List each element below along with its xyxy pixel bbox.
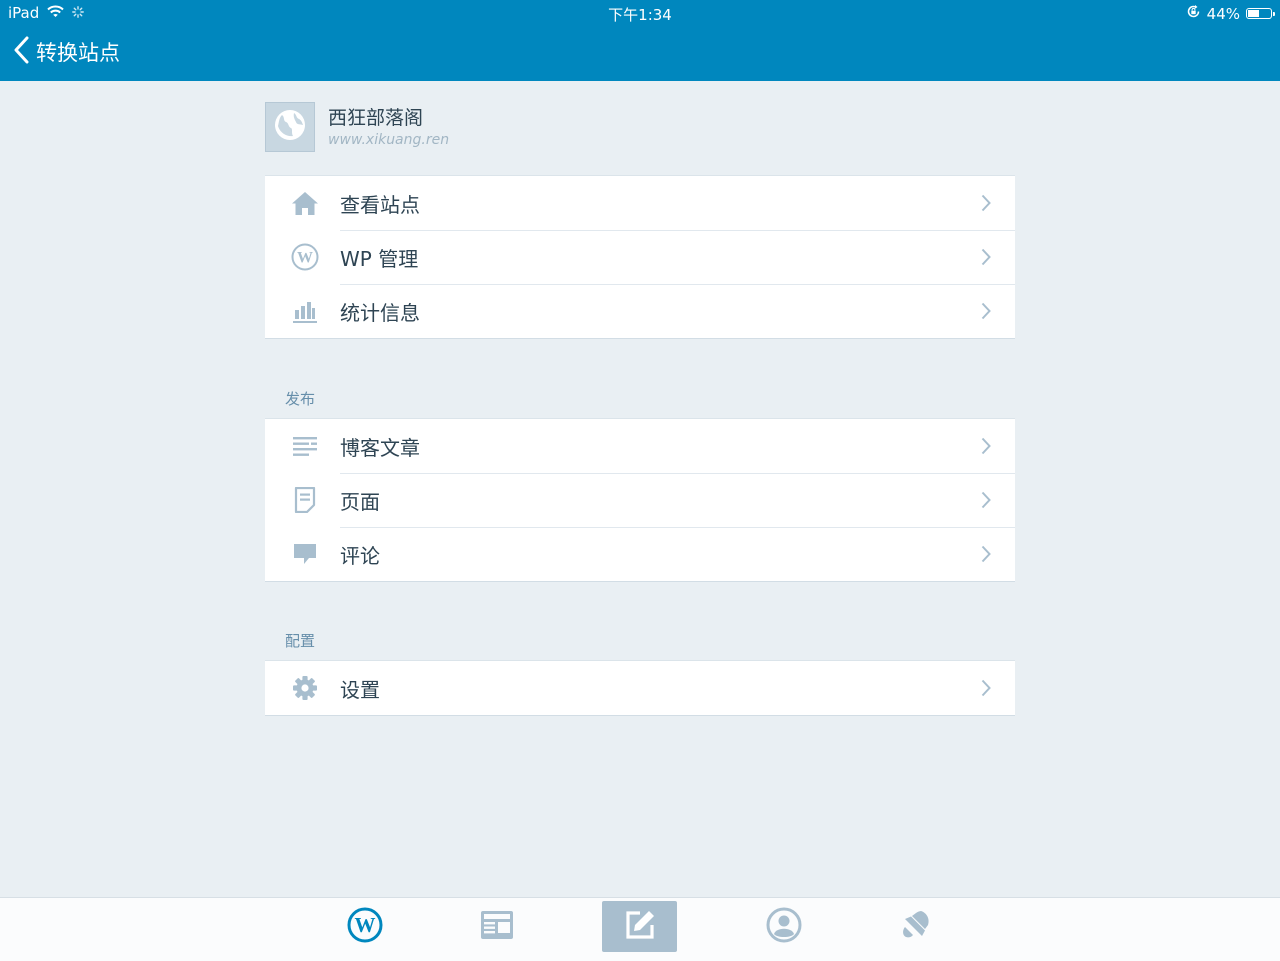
chevron-right-icon [981,194,991,216]
notifications-icon [898,907,934,947]
publish-group: 博客文章 页面 评论 [265,418,1015,582]
tab-reader[interactable] [459,901,534,952]
chevron-right-icon [981,679,991,701]
chevron-right-icon [981,545,991,567]
svg-text:W: W [297,250,313,267]
comments-row[interactable]: 评论 [265,527,1015,581]
site-url: www.xikuang.ren [328,132,450,148]
rotation-lock-icon [1186,4,1201,23]
chevron-right-icon [981,437,991,459]
stats-row[interactable]: 统计信息 [265,284,1015,338]
view-site-label: 查看站点 [340,192,420,217]
tab-write[interactable] [602,901,677,952]
site-name: 西狂部落阁 [328,107,424,129]
config-section-title: 配置 [285,632,316,650]
page-icon [291,486,319,514]
tab-my-sites[interactable]: W [327,901,402,952]
blog-posts-label: 博客文章 [340,435,420,460]
status-time: 下午1:34 [608,6,672,24]
wp-admin-label: WP 管理 [340,246,419,271]
back-button-label: 转换站点 [36,41,120,65]
config-group: 设置 [265,660,1015,716]
battery-percent: 44% [1206,4,1240,23]
chevron-right-icon [981,248,991,270]
profile-icon [766,907,802,947]
pages-label: 页面 [340,489,380,514]
globe-icon [273,108,307,146]
posts-icon [291,432,319,460]
main-menu-group: 查看站点 W WP 管理 统计信息 [265,175,1015,339]
tab-notifications[interactable] [878,901,953,952]
site-avatar [265,102,315,152]
gear-icon [291,674,319,702]
comments-label: 评论 [340,543,380,568]
stats-icon [291,297,319,325]
chevron-right-icon [981,302,991,324]
settings-label: 设置 [340,677,380,702]
home-icon [291,189,319,217]
stats-label: 统计信息 [340,300,420,325]
wp-admin-row[interactable]: W WP 管理 [265,230,1015,284]
svg-text:W: W [354,913,375,937]
pages-row[interactable]: 页面 [265,473,1015,527]
chevron-left-icon [14,36,30,68]
battery-icon [1246,8,1275,19]
blog-posts-row[interactable]: 博客文章 [265,419,1015,473]
view-site-row[interactable]: 查看站点 [265,176,1015,230]
chevron-right-icon [981,491,991,513]
wordpress-icon: W [291,243,319,271]
top-bar: iPad 下午1:34 44% 转换站点 [0,0,1280,81]
tab-profile[interactable] [746,901,821,952]
write-icon [623,908,657,946]
comment-icon [291,540,319,568]
settings-row[interactable]: 设置 [265,661,1015,715]
wordpress-icon: W [347,907,383,947]
publish-section-title: 发布 [285,390,316,408]
tab-bar: W [0,897,1280,961]
status-bar: iPad 下午1:34 44% [0,0,1280,26]
site-header: 西狂部落阁 www.xikuang.ren [265,100,1015,156]
reader-icon [480,910,514,944]
back-button[interactable]: 转换站点 [14,36,120,68]
